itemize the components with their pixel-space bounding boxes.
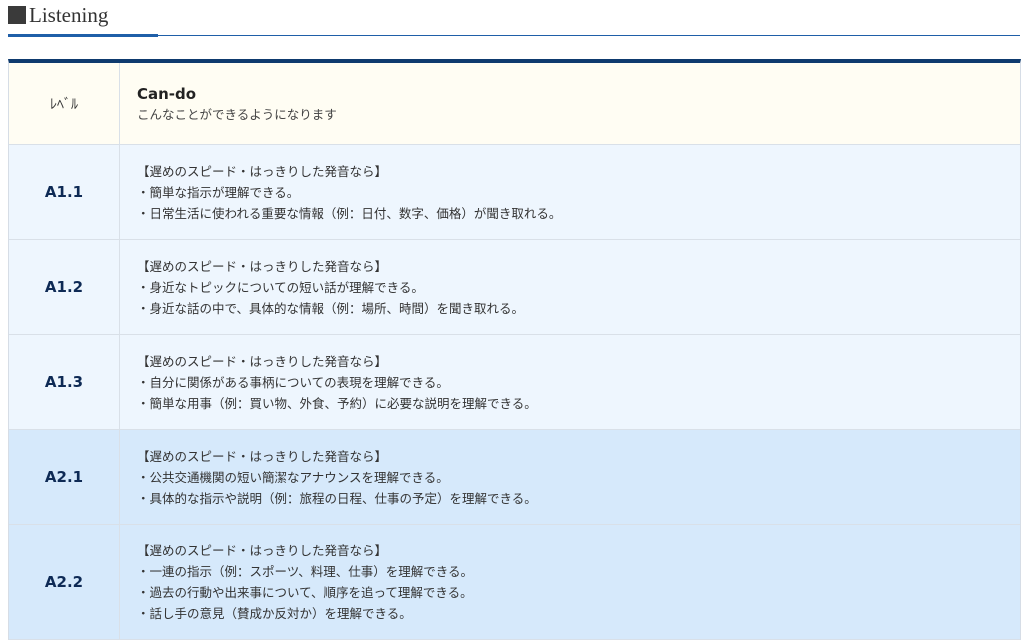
table-row: A1.1 【遅めのスピード・はっきりした発音なら】 ・簡単な指示が理解できる。 … (9, 145, 1020, 240)
cando-item: ・自分に関係がある事柄についての表現を理解できる。 (137, 374, 449, 390)
cando-item: ・身近な話の中で、具体的な情報（例：場所、時間）を聞き取れる。 (137, 300, 525, 316)
condition-text: 【遅めのスピード・はっきりした発音なら】 (137, 353, 388, 369)
description-cell: 【遅めのスピード・はっきりした発音なら】 ・簡単な指示が理解できる。 ・日常生活… (120, 145, 1020, 239)
cando-item: ・公共交通機関の短い簡潔なアナウンスを理解できる。 (137, 469, 449, 485)
cando-item: ・簡単な指示が理解できる。 (137, 184, 300, 200)
cando-item: ・過去の行動や出来事について、順序を追って理解できる。 (137, 585, 473, 600)
condition-text: 【遅めのスピード・はっきりした発音なら】 (137, 163, 388, 179)
condition-text: 【遅めのスピード・はっきりした発音なら】 (137, 258, 388, 274)
cando-item: ・日常生活に使われる重要な情報（例：日付、数字、価格）が聞き取れる。 (137, 205, 562, 221)
cando-item: ・話し手の意見（賛成か反対か）を理解できる。 (137, 606, 412, 621)
description-cell: 【遅めのスピード・はっきりした発音なら】 ・公共交通機関の短い簡潔なアナウンスを… (120, 430, 1020, 524)
level-cell: A2.1 (9, 430, 120, 524)
table-header-row: ﾚﾍﾞﾙ Can-do こんなことができるようになります (9, 63, 1020, 145)
condition-text: 【遅めのスピード・はっきりした発音なら】 (137, 543, 388, 558)
cando-item: ・一連の指示（例：スポーツ、料理、仕事）を理解できる。 (137, 564, 474, 579)
section-title: Listening (29, 3, 109, 27)
cando-title: Can-do (137, 84, 197, 103)
cando-column-header: Can-do こんなことができるようになります (120, 63, 1020, 144)
description-cell: 【遅めのスピード・はっきりした発音なら】 ・自分に関係がある事柄についての表現を… (120, 335, 1020, 429)
cando-item: ・具体的な指示や説明（例：旅程の日程、仕事の予定）を理解できる。 (137, 490, 537, 506)
level-cell: A1.3 (9, 335, 120, 429)
heading-underline-accent (8, 34, 158, 37)
level-cell: A1.1 (9, 145, 120, 239)
description-cell: 【遅めのスピード・はっきりした発音なら】 ・一連の指示（例：スポーツ、料理、仕事… (120, 525, 1020, 639)
table-row: A1.3 【遅めのスピード・はっきりした発音なら】 ・自分に関係がある事柄につい… (9, 335, 1020, 430)
cando-table: ﾚﾍﾞﾙ Can-do こんなことができるようになります A1.1 【遅めのスピ… (8, 59, 1021, 640)
table-row: A2.2 【遅めのスピード・はっきりした発音なら】 ・一連の指示（例：スポーツ、… (9, 525, 1020, 640)
cando-item: ・身近なトピックについての短い話が理解できる。 (137, 279, 424, 295)
cando-item: ・簡単な用事（例：買い物、外食、予約）に必要な説明を理解できる。 (137, 395, 537, 411)
condition-text: 【遅めのスピード・はっきりした発音なら】 (137, 448, 388, 464)
square-bullet-icon (8, 6, 26, 24)
description-cell: 【遅めのスピード・はっきりした発音なら】 ・身近なトピックについての短い話が理解… (120, 240, 1020, 334)
level-column-header: ﾚﾍﾞﾙ (9, 63, 120, 144)
heading-underline (8, 35, 1020, 36)
level-cell: A1.2 (9, 240, 120, 334)
table-row: A1.2 【遅めのスピード・はっきりした発音なら】 ・身近なトピックについての短… (9, 240, 1020, 335)
cando-subtitle: こんなことができるようになります (137, 106, 337, 122)
table-row: A2.1 【遅めのスピード・はっきりした発音なら】 ・公共交通機関の短い簡潔なア… (9, 430, 1020, 525)
level-cell: A2.2 (9, 525, 120, 639)
section-heading: Listening (8, 0, 108, 30)
